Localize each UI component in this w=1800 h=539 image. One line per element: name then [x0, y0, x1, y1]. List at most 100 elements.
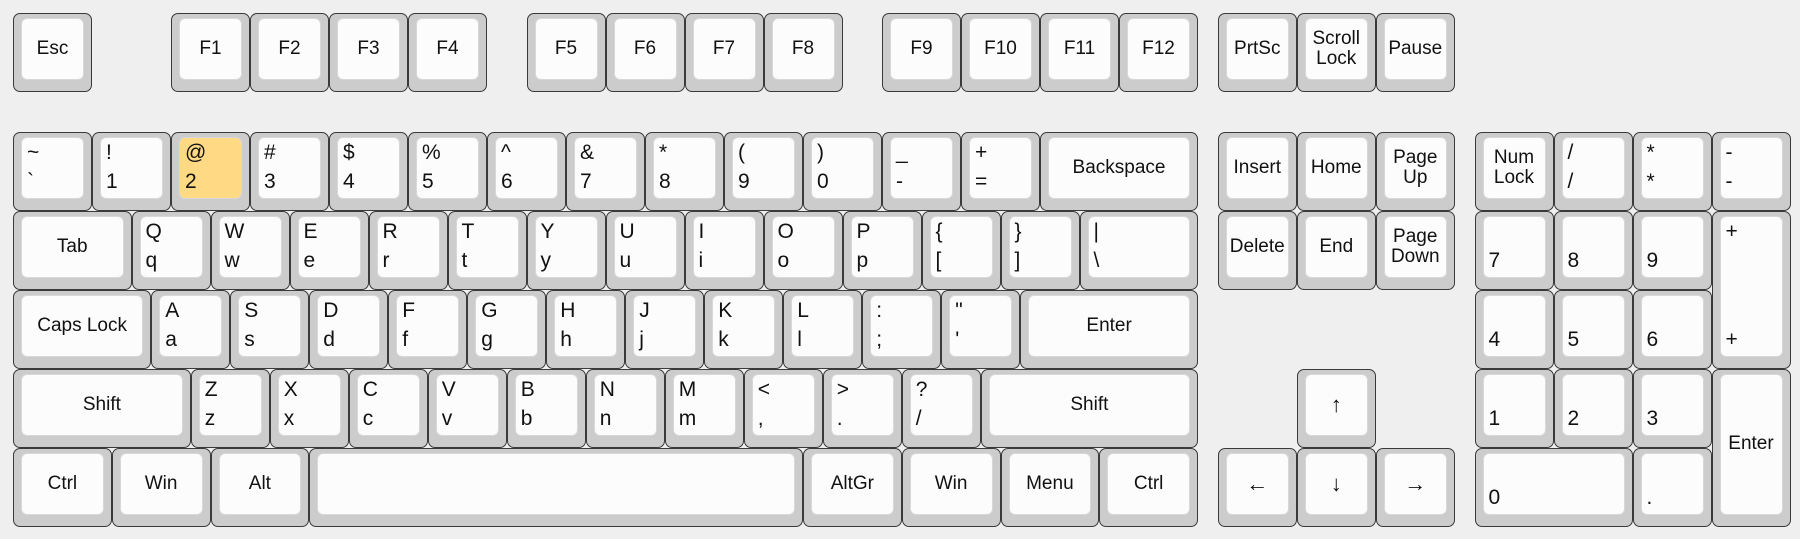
key-ctrl[interactable]: Ctrl: [1099, 447, 1198, 527]
key-f3[interactable]: F3: [329, 13, 408, 92]
key-idx57[interactable]: + +: [1711, 210, 1791, 369]
key-0[interactable]: ) 0: [803, 131, 882, 211]
key-7[interactable]: & 7: [566, 131, 645, 211]
key-x[interactable]: Xx: [269, 368, 349, 448]
key-win[interactable]: Win: [901, 447, 1001, 527]
key-end[interactable]: End: [1296, 210, 1376, 290]
key-1[interactable]: 1: [1474, 368, 1554, 448]
key-q[interactable]: Qq: [131, 210, 211, 290]
key-f5[interactable]: F5: [526, 13, 606, 92]
key-idx35[interactable]: * *: [1632, 131, 1712, 211]
key-l[interactable]: Ll: [783, 289, 863, 369]
key-tab[interactable]: Tab: [13, 210, 132, 290]
key-d[interactable]: Dd: [309, 289, 389, 369]
key-idx82[interactable]: <,: [743, 368, 823, 448]
key-backspace[interactable]: Backspace: [1040, 131, 1198, 211]
key-z[interactable]: Zz: [190, 368, 270, 448]
key-altgr[interactable]: AltGr: [803, 447, 902, 527]
key-f[interactable]: Ff: [388, 289, 468, 369]
key-idx68[interactable]: :;: [862, 289, 942, 369]
key-h[interactable]: Hh: [546, 289, 626, 369]
key-idx84[interactable]: ? /: [901, 368, 981, 448]
key-8[interactable]: * 8: [645, 131, 724, 211]
key-b[interactable]: Bb: [506, 368, 586, 448]
key-idx27[interactable]: _ -: [882, 131, 961, 211]
key-enter[interactable]: Enter: [1711, 368, 1791, 527]
key-f11[interactable]: F11: [1040, 13, 1119, 92]
key-f1[interactable]: F1: [171, 13, 250, 92]
key-i[interactable]: Ii: [684, 210, 764, 290]
key-ctrl[interactable]: Ctrl: [13, 447, 112, 527]
key-n[interactable]: Nn: [585, 368, 665, 448]
key-9[interactable]: 9: [1632, 210, 1712, 290]
key-num-lock[interactable]: Num Lock: [1474, 131, 1554, 211]
key-idx103[interactable]: .: [1632, 447, 1712, 527]
key-k[interactable]: Kk: [704, 289, 784, 369]
key-idx28[interactable]: + =: [961, 131, 1040, 211]
key-arrow-right[interactable]: →: [1375, 447, 1455, 527]
key-t[interactable]: Tt: [447, 210, 527, 290]
key-prtsc[interactable]: PrtSc: [1217, 13, 1297, 92]
key-f4[interactable]: F4: [408, 13, 487, 92]
key-9[interactable]: (9: [724, 131, 803, 211]
key-3[interactable]: 3: [1632, 368, 1712, 448]
key-1[interactable]: ! 1: [92, 131, 171, 211]
key-caps-lock[interactable]: Caps Lock: [13, 289, 152, 369]
key-arrow-up[interactable]: ↑: [1296, 368, 1376, 448]
key-idx69[interactable]: " ': [941, 289, 1021, 369]
key-6[interactable]: 6: [1632, 289, 1712, 369]
key-s[interactable]: Ss: [230, 289, 310, 369]
key-idx83[interactable]: >.: [822, 368, 902, 448]
key-f12[interactable]: F12: [1119, 13, 1198, 92]
key-idx34[interactable]: / /: [1553, 131, 1633, 211]
key-arrow-down[interactable]: ↓: [1296, 447, 1376, 527]
key-shift[interactable]: Shift: [13, 368, 191, 448]
key-page-down[interactable]: Page Down: [1375, 210, 1455, 290]
key-2[interactable]: 2: [1553, 368, 1633, 448]
key-8[interactable]: 8: [1553, 210, 1633, 290]
key-w[interactable]: Ww: [210, 210, 290, 290]
key-o[interactable]: Oo: [763, 210, 843, 290]
key-4[interactable]: $4: [329, 131, 408, 211]
key-v[interactable]: Vv: [427, 368, 507, 448]
key-5[interactable]: 5: [1553, 289, 1633, 369]
key-0[interactable]: 0: [1474, 447, 1633, 527]
key-pause[interactable]: Pause: [1375, 13, 1455, 92]
key-r[interactable]: Rr: [368, 210, 448, 290]
key-g[interactable]: Gg: [467, 289, 547, 369]
key-menu[interactable]: Menu: [1000, 447, 1100, 527]
key-7[interactable]: 7: [1474, 210, 1554, 290]
key-p[interactable]: Pp: [842, 210, 922, 290]
key-6[interactable]: ^ 6: [487, 131, 566, 211]
key-idx36[interactable]: --: [1711, 131, 1791, 211]
key-shift[interactable]: Shift: [980, 368, 1198, 448]
key-f2[interactable]: F2: [250, 13, 329, 92]
key-delete[interactable]: Delete: [1217, 210, 1297, 290]
key-scroll-lock[interactable]: Scroll Lock: [1296, 13, 1376, 92]
key-space[interactable]: [309, 447, 803, 527]
key-c[interactable]: Cc: [348, 368, 428, 448]
key-win[interactable]: Win: [111, 447, 211, 527]
key-m[interactable]: Mm: [664, 368, 744, 448]
key-u[interactable]: Uu: [605, 210, 685, 290]
key-esc[interactable]: Esc: [13, 13, 92, 92]
key-y[interactable]: Yy: [526, 210, 606, 290]
key-alt[interactable]: Alt: [210, 447, 310, 527]
key-e[interactable]: Ee: [289, 210, 369, 290]
key-f6[interactable]: F6: [605, 13, 685, 92]
key-f9[interactable]: F9: [882, 13, 961, 92]
key-idx50[interactable]: | \: [1079, 210, 1198, 290]
key-insert[interactable]: Insert: [1217, 131, 1297, 211]
key-idx48[interactable]: {[: [921, 210, 1001, 290]
key-enter[interactable]: Enter: [1020, 289, 1198, 369]
key-idx49[interactable]: }]: [1000, 210, 1080, 290]
key-5[interactable]: % 5: [408, 131, 487, 211]
key-4[interactable]: 4: [1474, 289, 1554, 369]
key-idx16[interactable]: ~ `: [13, 131, 92, 211]
key-f8[interactable]: F8: [763, 13, 843, 92]
key-2-highlighted[interactable]: @2: [171, 131, 250, 211]
key-3[interactable]: #3: [250, 131, 329, 211]
key-arrow-left[interactable]: ←: [1217, 447, 1297, 527]
key-j[interactable]: Jj: [625, 289, 705, 369]
key-a[interactable]: Aa: [151, 289, 231, 369]
